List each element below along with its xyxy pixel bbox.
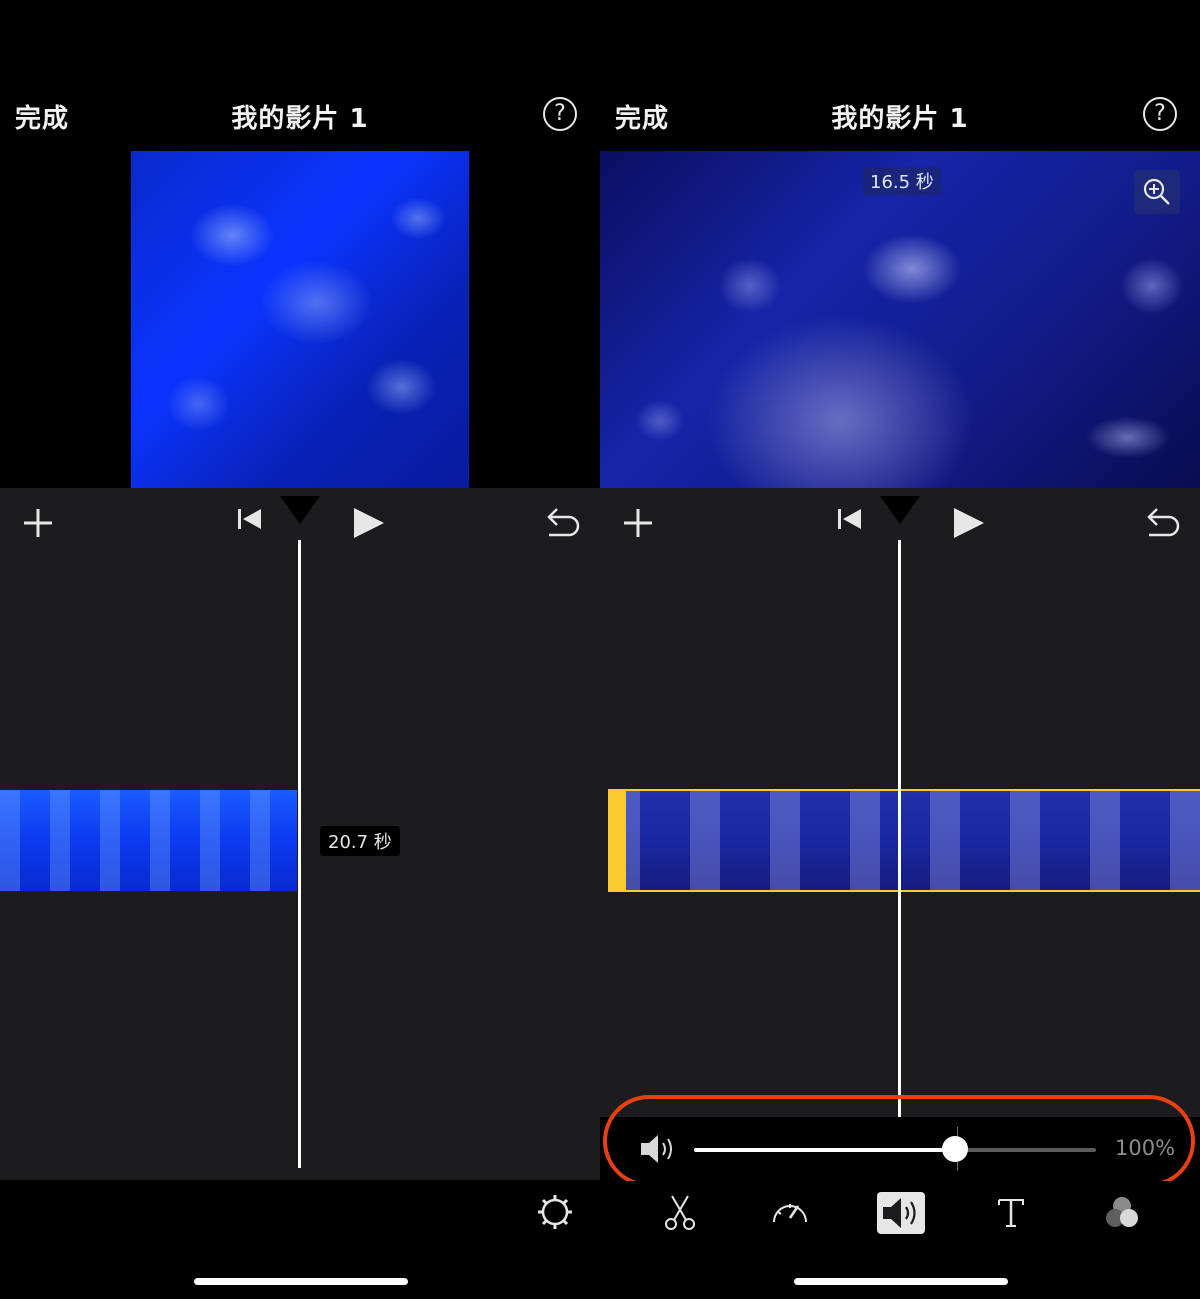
zoom-button[interactable]	[1134, 170, 1180, 214]
help-button[interactable]: ?	[543, 97, 577, 131]
title-text-button[interactable]	[987, 1192, 1035, 1234]
filter-button[interactable]	[1098, 1192, 1146, 1234]
preview-duration-label: 16.5 秒	[863, 167, 941, 195]
annotation-highlight-ring	[603, 1095, 1195, 1187]
volume-button[interactable]	[877, 1192, 925, 1234]
clip-trim-handle[interactable]	[608, 789, 626, 892]
add-icon[interactable]	[22, 507, 54, 539]
playhead-notch	[280, 496, 320, 524]
zoom-in-icon	[1143, 178, 1170, 205]
clip-duration-label: 20.7 秒	[320, 826, 400, 856]
settings-gear-icon[interactable]	[536, 1193, 574, 1231]
split-scissors-button[interactable]	[656, 1192, 704, 1234]
playhead	[898, 540, 901, 1118]
add-icon[interactable]	[622, 507, 654, 539]
title-text-icon	[998, 1199, 1024, 1227]
home-indicator	[794, 1278, 1008, 1285]
help-button[interactable]: ?	[1143, 97, 1177, 131]
playhead	[298, 540, 301, 1168]
split-scissors-icon	[665, 1195, 695, 1230]
project-title: 我的影片 1	[231, 104, 369, 134]
project-title: 我的影片 1	[831, 104, 969, 134]
selected-video-clip[interactable]	[608, 789, 1200, 892]
play-icon[interactable]	[352, 506, 386, 540]
video-preview	[600, 151, 1200, 488]
rewind-to-start-icon[interactable]	[237, 507, 263, 531]
undo-icon[interactable]	[1143, 505, 1181, 539]
play-icon[interactable]	[952, 506, 986, 540]
volume-icon	[883, 1198, 916, 1228]
filter-icon	[1106, 1197, 1138, 1227]
jellyfish-preview-image	[131, 151, 469, 488]
video-preview	[131, 151, 469, 488]
speed-icon	[773, 1204, 807, 1223]
right-editor-panel: 完成 我的影片 1 ? 16.5 秒 100%	[600, 0, 1200, 1299]
left-editor-panel: 完成 我的影片 1 ? 20.7 秒	[0, 0, 600, 1299]
video-clip[interactable]	[0, 790, 297, 891]
home-indicator	[194, 1278, 408, 1285]
playhead-notch	[880, 496, 920, 524]
rewind-to-start-icon[interactable]	[837, 507, 863, 531]
jellyfish-preview-image	[600, 151, 1200, 488]
speed-button[interactable]	[766, 1192, 814, 1234]
undo-icon[interactable]	[543, 505, 581, 539]
